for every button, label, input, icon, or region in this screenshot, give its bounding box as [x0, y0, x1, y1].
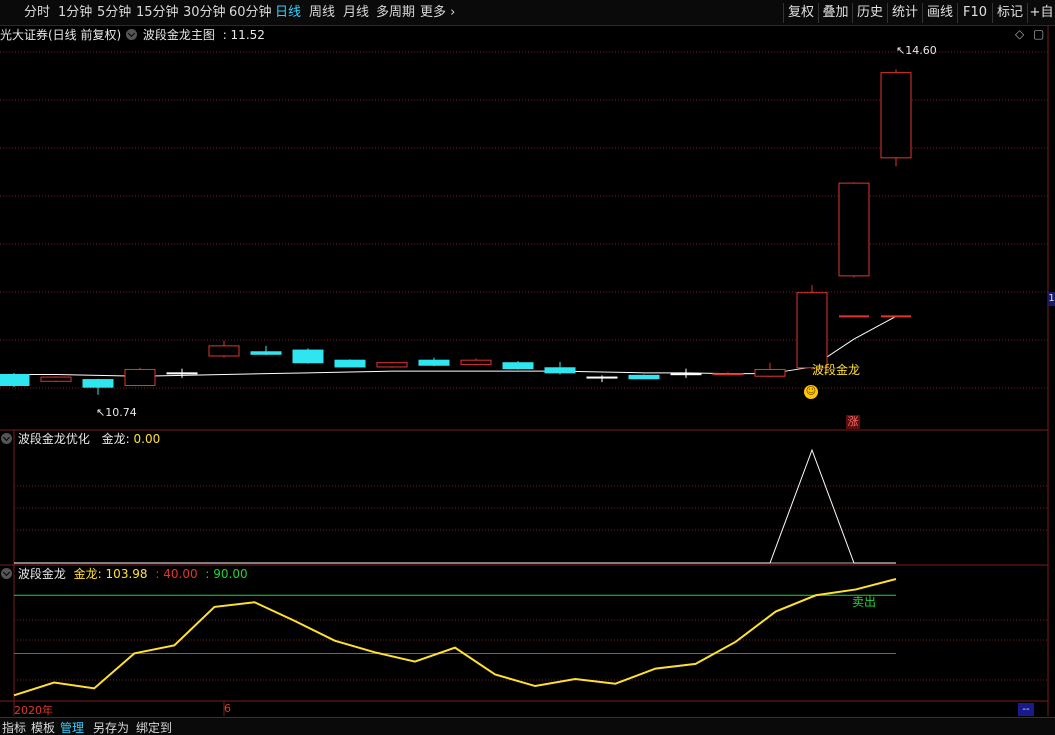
ma-line — [0, 315, 897, 377]
candle-body — [754, 368, 786, 377]
candle-body — [124, 368, 156, 386]
candle-body — [670, 373, 702, 376]
high-price-label: ↖14.60 — [896, 44, 937, 57]
hide-panel-icon[interactable]: ▢ — [1033, 27, 1044, 41]
candle-body — [166, 372, 198, 375]
zhang-badge: 涨 — [846, 415, 860, 429]
candle-body — [376, 362, 408, 368]
indicator-name[interactable]: 波段金龙主图 — [143, 28, 215, 42]
bottom-tab[interactable]: 管理 — [60, 719, 84, 735]
axis-corner-box[interactable]: -- — [1018, 703, 1034, 716]
year-label: 2020年 — [14, 704, 53, 717]
indicator-value: : 11.52 — [222, 28, 265, 42]
panel3-title: 波段金龙 金龙: 103.98 : 40.00 : 90.00 — [0, 566, 248, 582]
diamond-icon[interactable]: ◇ — [1015, 27, 1024, 41]
candle-body — [208, 345, 240, 357]
panel3-label: 金龙: — [73, 567, 102, 581]
indicator-settings-icon[interactable] — [1, 568, 12, 579]
candle-body — [250, 351, 282, 355]
panel3-level1: : 40.00 — [155, 567, 198, 581]
low-price-label: ↖10.74 — [96, 406, 137, 419]
panel2-name[interactable]: 波段金龙优化 — [18, 432, 90, 446]
jinlong-line — [13, 578, 897, 697]
candle-body — [586, 376, 618, 379]
panel2-value: 0.00 — [133, 432, 161, 446]
panel2-title: 波段金龙优化 金龙: 0.00 — [0, 431, 160, 447]
sell-label: 卖出 — [852, 595, 877, 609]
candle-body — [82, 379, 114, 388]
panel3-value: 103.98 — [105, 567, 148, 581]
candle-body — [880, 72, 912, 159]
indicator-settings-icon[interactable] — [1, 433, 12, 444]
candle-body — [838, 182, 870, 277]
stock-title: 光大证券(日线 前复权) — [0, 28, 122, 42]
bottom-tab[interactable]: 绑定到 — [136, 719, 172, 735]
panel3-level2: : 90.00 — [205, 567, 248, 581]
smiley-icon: ☺ — [804, 385, 818, 399]
candle-body — [796, 292, 828, 369]
panel2-label: 金龙: — [101, 432, 130, 446]
bottom-tab[interactable]: 模板 — [31, 719, 55, 735]
indicator-settings-icon[interactable] — [126, 29, 138, 40]
candle-body — [502, 362, 534, 370]
kline-chart[interactable] — [0, 0, 1055, 735]
signal-label: 波段金龙 — [812, 363, 861, 377]
candle-body — [712, 373, 744, 376]
candle-body — [418, 359, 450, 366]
candle-body — [544, 367, 576, 374]
month-label: 6 — [224, 702, 231, 715]
candle-body — [292, 349, 324, 364]
bottom-tab[interactable]: 指标 — [2, 719, 26, 735]
candle-body — [0, 374, 30, 386]
panel2-line — [14, 448, 896, 564]
candle-body — [460, 359, 492, 365]
main-panel-title: 光大证券(日线 前复权) 波段金龙主图 : 11.52 — [0, 27, 265, 43]
candle-body — [334, 359, 366, 368]
panel3-name[interactable]: 波段金龙 — [18, 567, 66, 581]
right-scale-marker: 1 — [1048, 292, 1055, 306]
bottom-tab[interactable]: 另存为 — [93, 719, 129, 735]
bottom-toolbar: 指标 模板 管理 另存为 绑定到 — [0, 717, 1055, 735]
candle-body — [40, 376, 72, 382]
candle-body — [628, 374, 660, 380]
